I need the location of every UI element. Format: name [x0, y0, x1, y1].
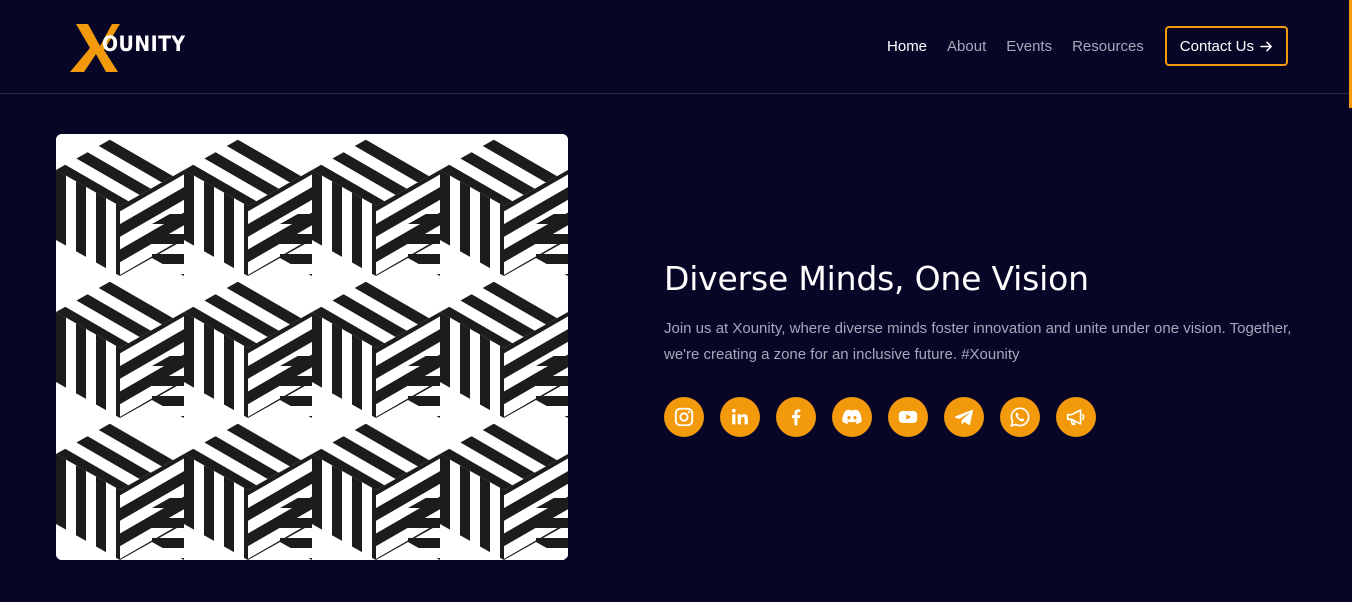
arrow-right-icon	[1260, 41, 1272, 51]
nav-home[interactable]: Home	[887, 38, 927, 55]
telegram-icon	[954, 409, 973, 426]
site-header: OUNITY Home About Events Resources Conta…	[0, 0, 1352, 108]
instagram-link[interactable]	[664, 397, 704, 437]
youtube-link[interactable]	[888, 397, 928, 437]
nav-events[interactable]: Events	[1006, 38, 1052, 55]
social-links	[664, 397, 1096, 437]
telegram-link[interactable]	[944, 397, 984, 437]
instagram-icon	[674, 407, 694, 427]
youtube-icon	[898, 411, 918, 423]
discord-icon	[842, 409, 862, 424]
geometric-pattern-image	[56, 134, 568, 560]
brand-name: OUNITY	[102, 32, 186, 56]
hero-section: Diverse Minds, One Vision Join us at Xou…	[664, 256, 1304, 368]
nav-about[interactable]: About	[947, 38, 986, 55]
whatsapp-link[interactable]	[1000, 397, 1040, 437]
linkedin-link[interactable]	[720, 397, 760, 437]
contact-us-label: Contact Us	[1179, 37, 1254, 55]
brand-logo[interactable]: OUNITY	[70, 20, 185, 72]
megaphone-icon	[1066, 409, 1085, 426]
contact-us-button[interactable]: Contact Us	[1164, 26, 1288, 66]
nav-resources[interactable]: Resources	[1072, 38, 1144, 55]
megaphone-link[interactable]	[1056, 397, 1096, 437]
pattern-svg	[56, 134, 568, 560]
facebook-link[interactable]	[776, 397, 816, 437]
hero-description: Join us at Xounity, where diverse minds …	[664, 320, 1292, 363]
whatsapp-icon	[1010, 407, 1030, 427]
hero-title: Diverse Minds, One Vision	[664, 259, 1089, 298]
linkedin-icon	[731, 408, 748, 425]
main-nav: Home About Events Resources Contact Us	[867, 26, 1288, 66]
facebook-icon	[791, 409, 801, 426]
discord-link[interactable]	[832, 397, 872, 437]
